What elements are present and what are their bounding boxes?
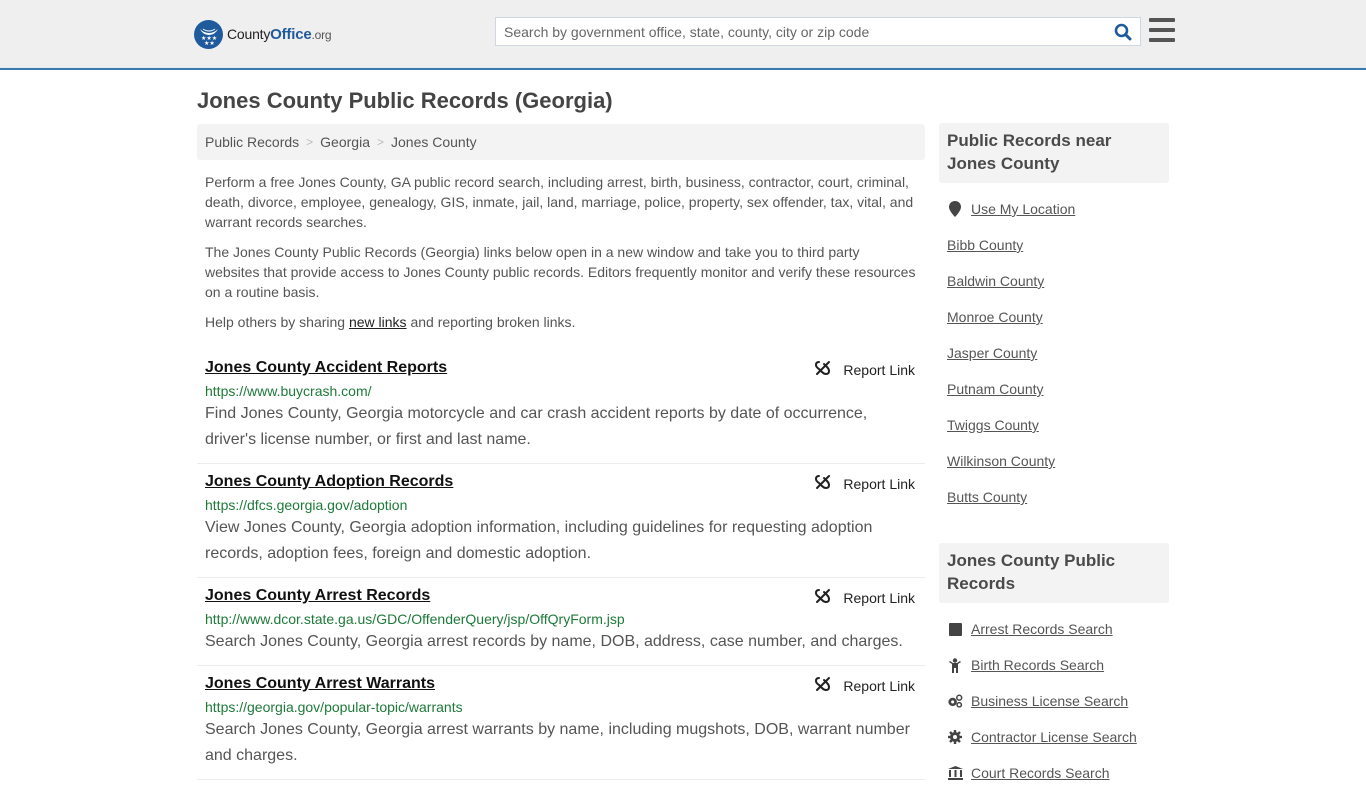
- map-marker-icon: [947, 201, 963, 217]
- breadcrumb: Public Records > Georgia > Jones County: [197, 124, 925, 160]
- nearby-heading: Public Records near Jones County: [939, 123, 1169, 183]
- nearby-county-item: Monroe County: [947, 299, 1169, 335]
- child-icon: [947, 657, 963, 673]
- county-record-link[interactable]: Court Records Search: [971, 765, 1110, 781]
- record-description: Find Jones County, Georgia motorcycle an…: [205, 405, 868, 448]
- record-title-link[interactable]: Jones County Accident Reports: [205, 358, 447, 378]
- nearby-county-link[interactable]: Twiggs County: [947, 417, 1039, 433]
- svg-text:★★: ★★: [204, 40, 215, 46]
- record-title-link[interactable]: Jones County Adoption Records: [205, 472, 453, 492]
- courthouse-icon: [947, 765, 963, 781]
- record-title-link[interactable]: Jones County Arrest Records: [205, 586, 430, 606]
- record-description: View Jones County, Georgia adoption info…: [205, 519, 873, 562]
- page-title: Jones County Public Records (Georgia): [197, 88, 613, 113]
- main-content: Public Records > Georgia > Jones County …: [197, 124, 925, 780]
- county-record-link[interactable]: Arrest Records Search: [971, 621, 1113, 637]
- report-link-button[interactable]: Report Link: [815, 588, 915, 607]
- record-item: Jones County Arrest Records Report Link ht…: [197, 578, 925, 666]
- unlink-icon: [815, 588, 843, 607]
- county-record-item: Arrest Records Search: [947, 611, 1169, 647]
- nearby-county-item: Baldwin County: [947, 263, 1169, 299]
- record-description: Search Jones County, Georgia arrest reco…: [205, 633, 903, 650]
- nearby-county-link[interactable]: Butts County: [947, 489, 1027, 505]
- hamburger-menu-icon[interactable]: [1149, 18, 1175, 42]
- records-list: Jones County Accident Reports Report Link…: [197, 350, 925, 780]
- county-record-item: Birth Records Search: [947, 647, 1169, 683]
- unlink-icon: [815, 676, 843, 695]
- search-input[interactable]: [496, 18, 1106, 45]
- report-link-button[interactable]: Report Link: [815, 474, 915, 493]
- report-link-label: Report Link: [843, 589, 915, 606]
- intro-paragraph-1: Perform a free Jones County, GA public r…: [205, 174, 914, 230]
- record-item: Jones County Arrest Warrants Report Link h…: [197, 666, 925, 780]
- record-item: Jones County Adoption Records Report Link…: [197, 464, 925, 578]
- nearby-county-link[interactable]: Putnam County: [947, 381, 1044, 397]
- breadcrumb-separator: >: [306, 135, 314, 149]
- county-records-heading: Jones County Public Records: [939, 543, 1169, 603]
- gears-icon: [947, 693, 963, 709]
- gear-icon: [947, 729, 963, 745]
- nearby-county-link[interactable]: Baldwin County: [947, 273, 1044, 289]
- record-url-link[interactable]: https://georgia.gov/popular-topic/warran…: [205, 698, 917, 716]
- intro-paragraph-2: The Jones County Public Records (Georgia…: [205, 244, 916, 300]
- county-record-link[interactable]: Contractor License Search: [971, 729, 1137, 745]
- nearby-county-item: Wilkinson County: [947, 443, 1169, 479]
- report-link-label: Report Link: [843, 677, 915, 694]
- nearby-county-item: Butts County: [947, 479, 1169, 515]
- report-link-label: Report Link: [843, 475, 915, 492]
- nearby-county-item: Bibb County: [947, 227, 1169, 263]
- county-record-link[interactable]: Birth Records Search: [971, 657, 1104, 673]
- logo-wordmark: CountyOffice.org: [227, 26, 332, 43]
- breadcrumb-georgia[interactable]: Georgia: [320, 134, 370, 150]
- eagle-logo-icon: ★★★ ★★: [194, 20, 223, 49]
- county-record-item: Contractor License Search: [947, 719, 1169, 755]
- record-item: Jones County Accident Reports Report Link…: [197, 350, 925, 464]
- county-record-item: Business License Search: [947, 683, 1169, 719]
- county-record-item: Court Records Search: [947, 755, 1169, 791]
- new-links-link[interactable]: new links: [349, 314, 407, 330]
- record-title-link[interactable]: Jones County Arrest Warrants: [205, 674, 435, 694]
- nearby-county-link[interactable]: Bibb County: [947, 237, 1023, 253]
- record-description: Search Jones County, Georgia arrest warr…: [205, 721, 910, 764]
- search-icon: [1114, 23, 1132, 40]
- breadcrumb-separator: >: [376, 135, 384, 149]
- use-my-location-link[interactable]: Use My Location: [971, 201, 1075, 217]
- nearby-county-item: Twiggs County: [947, 407, 1169, 443]
- nearby-list: Use My Location Bibb County Baldwin Count…: [939, 183, 1169, 523]
- site-header: ★★★ ★★ CountyOffice.org: [0, 0, 1366, 70]
- breadcrumb-public-records[interactable]: Public Records: [205, 134, 299, 150]
- nearby-county-item: Putnam County: [947, 371, 1169, 407]
- nearby-county-link[interactable]: Monroe County: [947, 309, 1043, 325]
- square-icon: [947, 621, 963, 637]
- record-url-link[interactable]: https://dfcs.georgia.gov/adoption: [205, 496, 917, 514]
- search-bar: [495, 17, 1141, 46]
- unlink-icon: [815, 474, 843, 493]
- intro-text: Perform a free Jones County, GA public r…: [197, 172, 925, 332]
- unlink-icon: [815, 360, 843, 379]
- report-link-label: Report Link: [843, 361, 915, 378]
- site-logo[interactable]: ★★★ ★★ CountyOffice.org: [194, 20, 332, 49]
- county-records-list: Arrest Records Search Birth Records Searc…: [939, 603, 1169, 799]
- nearby-county-link[interactable]: Jasper County: [947, 345, 1037, 361]
- county-record-link[interactable]: Business License Search: [971, 693, 1128, 709]
- breadcrumb-jones-county[interactable]: Jones County: [391, 134, 477, 150]
- nearby-county-link[interactable]: Wilkinson County: [947, 453, 1055, 469]
- report-link-button[interactable]: Report Link: [815, 360, 915, 379]
- intro-paragraph-3: Help others by sharing new links and rep…: [205, 314, 576, 330]
- record-url-link[interactable]: http://www.dcor.state.ga.us/GDC/Offender…: [205, 610, 917, 628]
- nearby-county-item: Jasper County: [947, 335, 1169, 371]
- use-my-location-item: Use My Location: [947, 191, 1169, 227]
- record-url-link[interactable]: https://www.buycrash.com/: [205, 382, 917, 400]
- search-button[interactable]: [1106, 18, 1140, 45]
- report-link-button[interactable]: Report Link: [815, 676, 915, 695]
- sidebar: Public Records near Jones County Use My …: [939, 123, 1169, 799]
